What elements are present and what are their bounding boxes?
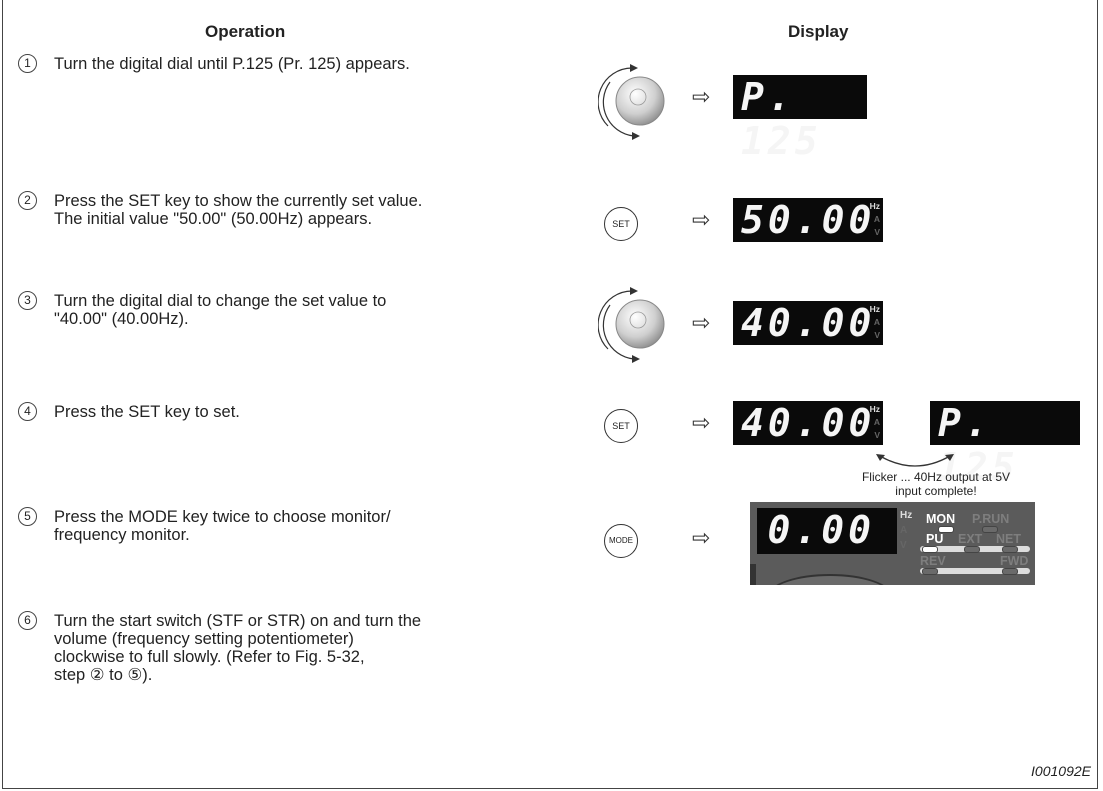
v-unit: V bbox=[874, 430, 880, 440]
display-50-00: 50.00 Hz A V bbox=[733, 198, 883, 242]
v-unit: V bbox=[900, 540, 907, 551]
display-40-00: 40.00 Hz A V bbox=[733, 301, 883, 345]
net-led bbox=[1002, 546, 1018, 553]
display-p125: P. 125 bbox=[733, 75, 867, 163]
step-number: 5 bbox=[18, 507, 37, 526]
step-text: Turn the digital dial to change the set … bbox=[54, 292, 387, 328]
a-unit: A bbox=[873, 214, 880, 224]
hz-unit: Hz bbox=[869, 201, 880, 211]
digital-dial-icon[interactable] bbox=[598, 60, 670, 142]
step-number: 4 bbox=[18, 402, 37, 421]
hz-unit: Hz bbox=[900, 510, 913, 521]
step-5: 5 Press the MODE key twice to choose mon… bbox=[18, 507, 563, 544]
display-40-00-flicker: 40.00 Hz A V bbox=[733, 401, 883, 445]
flicker-arrow-icon bbox=[876, 454, 954, 467]
hz-unit: Hz bbox=[869, 404, 880, 414]
flicker-caption-text: Flicker ... 40Hz output at 5V input comp… bbox=[861, 470, 1011, 498]
operation-header: Operation bbox=[205, 22, 286, 41]
a-unit: A bbox=[873, 417, 880, 427]
fwd-led bbox=[1002, 568, 1018, 575]
prun-lamp: P.RUN bbox=[972, 512, 1010, 526]
pu-led bbox=[922, 546, 938, 553]
a-unit: A bbox=[873, 317, 880, 327]
step-1: 1 Turn the digital dial until P.125 (Pr.… bbox=[18, 54, 563, 73]
pu-lamp: PU bbox=[926, 532, 944, 546]
digital-dial-icon[interactable] bbox=[598, 283, 670, 365]
step-6: 6 Turn the start switch (STF or STR) on … bbox=[18, 611, 563, 684]
step-text: Turn the digital dial until P.125 (Pr. 1… bbox=[54, 55, 410, 73]
set-key[interactable]: SET bbox=[604, 409, 638, 443]
step-4: 4 Press the SET key to set. bbox=[18, 402, 563, 421]
display-value: 0.00 bbox=[767, 508, 875, 552]
ext-led bbox=[964, 546, 980, 553]
rev-lamp: REV bbox=[920, 554, 946, 568]
unit-indicators: Hz A V bbox=[870, 303, 880, 342]
step-text: Press the MODE key twice to choose monit… bbox=[54, 508, 391, 544]
unit-indicators: Hz A V bbox=[870, 403, 880, 442]
fwd-lamp: FWD bbox=[1000, 554, 1029, 568]
v-unit: V bbox=[874, 227, 880, 237]
display-value: 40.00 bbox=[741, 301, 876, 345]
right-arrow-icon: ⇨ bbox=[692, 410, 711, 435]
step-3: 3 Turn the digital dial to change the se… bbox=[18, 291, 563, 328]
display-p125-flicker: P. 125 bbox=[930, 401, 1080, 489]
display-0-00: 0.00 bbox=[757, 508, 897, 554]
display-value: 40.00 bbox=[741, 401, 876, 445]
set-key[interactable]: SET bbox=[604, 207, 638, 241]
right-arrow-icon: ⇨ bbox=[692, 207, 711, 232]
right-arrow-icon: ⇨ bbox=[692, 310, 711, 335]
step-number: 6 bbox=[18, 611, 37, 630]
step-number: 2 bbox=[18, 191, 37, 210]
ext-lamp: EXT bbox=[958, 532, 983, 546]
a-unit: A bbox=[900, 525, 908, 536]
hz-unit: Hz bbox=[869, 304, 880, 314]
display-header: Display bbox=[788, 22, 849, 41]
step-text: Turn the start switch (STF or STR) on an… bbox=[54, 612, 422, 684]
dial-edge-icon bbox=[768, 574, 892, 585]
unit-indicators: Hz A V bbox=[870, 200, 880, 239]
operation-panel: 0.00 Hz A V MON P.RUN PU EXT NET REV FWD bbox=[750, 502, 1035, 585]
step-text: Press the SET key to set. bbox=[54, 403, 240, 421]
net-lamp: NET bbox=[996, 532, 1021, 546]
flicker-caption: Flicker ... 40Hz output at 5V input comp… bbox=[806, 470, 1066, 498]
v-unit: V bbox=[874, 330, 880, 340]
unit-indicators: Hz A V bbox=[900, 508, 912, 553]
mon-lamp: MON bbox=[926, 512, 956, 526]
mode-key[interactable]: MODE bbox=[604, 524, 638, 558]
right-arrow-icon: ⇨ bbox=[692, 525, 711, 550]
step-text: Press the SET key to show the currently … bbox=[54, 192, 423, 228]
step-number: 1 bbox=[18, 54, 37, 73]
display-value: 50.00 bbox=[741, 198, 876, 242]
right-arrow-icon: ⇨ bbox=[692, 84, 711, 109]
rev-led bbox=[922, 568, 938, 575]
step-2: 2 Press the SET key to show the currentl… bbox=[18, 191, 563, 228]
panel-edge bbox=[750, 564, 756, 585]
display-value: P. 125 bbox=[741, 75, 822, 163]
figure-reference-code: I001092E bbox=[1031, 763, 1091, 779]
step-number: 3 bbox=[18, 291, 37, 310]
